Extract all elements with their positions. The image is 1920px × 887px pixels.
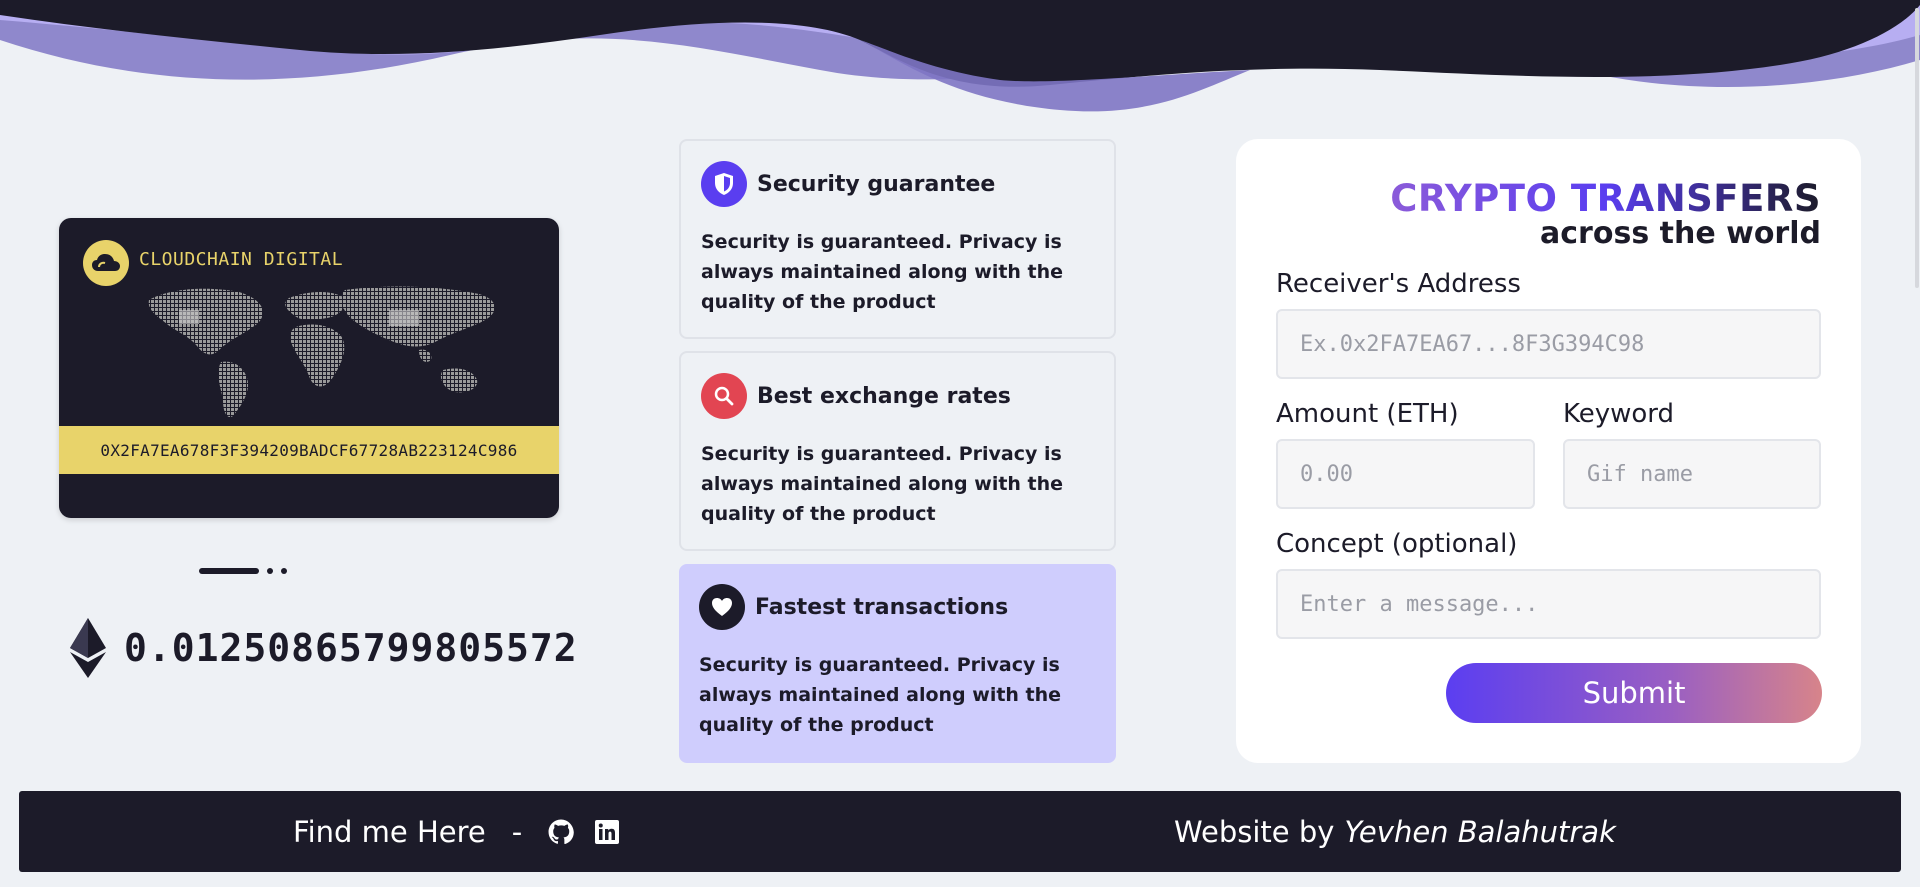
carousel-pager <box>199 566 287 576</box>
footer-credit: Website by Yevhen Balahutrak <box>1174 791 1616 872</box>
header-waves <box>0 0 1920 112</box>
receiver-label: Receiver's Address <box>1276 269 1521 299</box>
amount-input[interactable] <box>1276 439 1535 509</box>
submit-button[interactable]: Submit <box>1446 663 1822 723</box>
concept-label: Concept (optional) <box>1276 529 1518 559</box>
receiver-address-input[interactable] <box>1276 309 1821 379</box>
website-by-label: Website by <box>1174 814 1335 849</box>
wallet-card: CLOUDCHAIN DIGITAL 0X2FA7EA678F3F394209B… <box>59 218 559 518</box>
world-map-graphic <box>148 286 495 418</box>
form-title: CRYPTO TRANSFERS across the world <box>1390 179 1821 249</box>
feature-fastest-transactions: Fastest transactions Security is guarant… <box>679 564 1116 763</box>
amount-label: Amount (ETH) <box>1276 399 1459 429</box>
balance-value: 0.01250865799805572 <box>124 626 578 670</box>
pager-dot[interactable] <box>267 568 273 574</box>
page: CLOUDCHAIN DIGITAL 0X2FA7EA678F3F394209B… <box>0 0 1920 887</box>
footer: Find me Here - Website by Yevhen Balahut… <box>19 791 1901 872</box>
feature-exchange-rates: Best exchange rates Security is guarante… <box>679 351 1116 551</box>
ethereum-icon <box>70 618 106 678</box>
pager-dot[interactable] <box>281 568 287 574</box>
footer-separator: - <box>511 814 523 849</box>
keyword-input[interactable] <box>1563 439 1821 509</box>
github-icon[interactable] <box>548 819 574 845</box>
feature-title: Security guarantee <box>757 171 996 197</box>
transfer-form: CRYPTO TRANSFERS across the world Receiv… <box>1236 139 1861 763</box>
feature-text: Security is guaranteed. Privacy is alway… <box>701 231 1064 313</box>
concept-input[interactable] <box>1276 569 1821 639</box>
feature-text: Security is guaranteed. Privacy is alway… <box>699 654 1062 736</box>
scrollbar-thumb[interactable] <box>1915 8 1919 288</box>
card-address: 0X2FA7EA678F3F394209BADCF67728AB223124C9… <box>59 426 559 474</box>
pager-active[interactable] <box>199 568 259 574</box>
form-title-line1: CRYPTO TRANSFERS <box>1390 177 1821 220</box>
linkedin-icon[interactable] <box>594 819 620 845</box>
form-title-line2: across the world <box>1540 216 1821 251</box>
eth-balance: 0.01250865799805572 <box>70 618 578 678</box>
footer-find-me: Find me Here - <box>293 791 620 872</box>
feature-text: Security is guaranteed. Privacy is alway… <box>701 443 1064 525</box>
feature-security: Security guarantee Security is guarantee… <box>679 139 1116 339</box>
card-brand: CLOUDCHAIN DIGITAL <box>139 249 344 270</box>
feature-title: Best exchange rates <box>757 383 1011 409</box>
author-link[interactable]: Yevhen Balahutrak <box>1344 815 1615 849</box>
scrollbar[interactable] <box>1914 0 1920 887</box>
feature-title: Fastest transactions <box>755 594 1009 620</box>
keyword-label: Keyword <box>1563 399 1675 429</box>
search-icon <box>701 373 747 419</box>
shield-icon <box>701 161 747 207</box>
find-me-label: Find me Here <box>293 814 486 849</box>
heart-icon <box>699 584 745 630</box>
